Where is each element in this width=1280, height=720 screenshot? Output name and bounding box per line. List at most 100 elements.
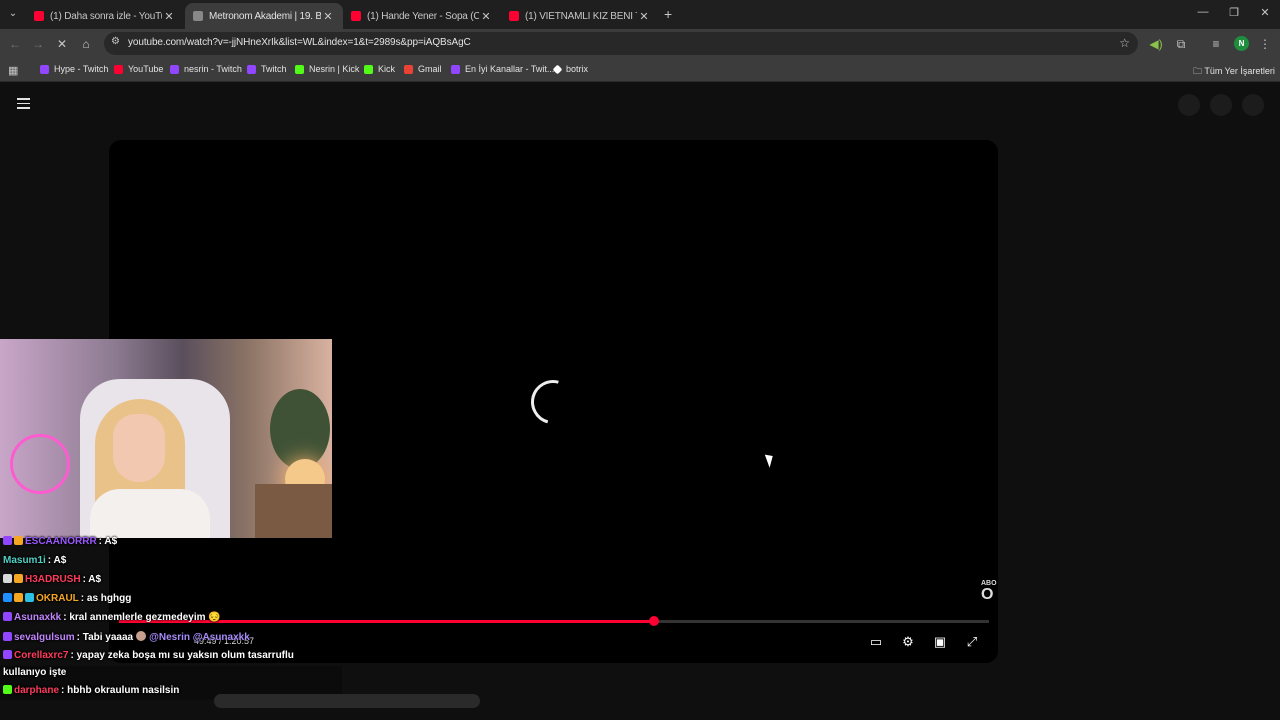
- address-bar[interactable]: ⚙ youtube.com/watch?v=-jjNHneXrIk&list=W…: [104, 32, 1138, 55]
- headphones-decoration: [10, 434, 70, 494]
- folder-label: Tüm Yer İşaretleri: [1204, 66, 1275, 76]
- tab-1[interactable]: (1) Daha sonra izle - YouTube ✕: [26, 3, 184, 29]
- extensions-icon[interactable]: ⧉: [1171, 34, 1191, 54]
- hamburger-menu-icon[interactable]: [17, 98, 30, 112]
- channel-watermark: ABO O: [981, 580, 997, 603]
- chat-badge-icon: [3, 650, 12, 659]
- chat-text: : as hghgg: [80, 593, 132, 604]
- fullscreen-icon[interactable]: ⤢: [964, 634, 980, 650]
- youtube-icon: [351, 11, 361, 21]
- horizontal-scrollbar[interactable]: [214, 694, 480, 708]
- profile-avatar[interactable]: N: [1234, 36, 1249, 51]
- chat-username: darphane: [14, 685, 60, 696]
- bookmark-item[interactable]: Hype - Twitch: [40, 64, 108, 74]
- header-placeholder-button[interactable]: [1178, 94, 1200, 116]
- tab-4[interactable]: (1) VİETNAMLI KIZ BENİ TEZGA ✕: [501, 3, 659, 29]
- bookmark-item[interactable]: Kick: [364, 64, 395, 74]
- new-tab-button[interactable]: +: [664, 6, 672, 22]
- chat-badge-icon: [14, 536, 23, 545]
- chat-badge-icon: [3, 593, 12, 602]
- home-icon[interactable]: ⌂: [76, 34, 96, 54]
- bookmark-label: Kick: [378, 64, 396, 74]
- watermark-big: O: [981, 586, 994, 603]
- browser-toolbar: ← → ✕ ⌂ ⚙ youtube.com/watch?v=-jjNHneXrI…: [0, 29, 1280, 58]
- chat-message: H3ADRUSH: A$: [3, 574, 101, 585]
- header-placeholder-button[interactable]: [1210, 94, 1232, 116]
- tab-title: Metronom Akademi | 19. Bölüm: [209, 10, 321, 22]
- tab-search-icon[interactable]: ⌄: [4, 5, 22, 23]
- tab-title: (1) VİETNAMLI KIZ BENİ TEZGA: [525, 10, 637, 22]
- twitch-icon: [170, 64, 179, 74]
- speaker-icon: [193, 11, 203, 21]
- chat-message: OKRAUL: as hghgg: [3, 593, 131, 604]
- chat-badge-icon: [25, 593, 34, 602]
- gmail-icon: [404, 64, 413, 74]
- bookmark-item[interactable]: botrix: [552, 64, 589, 74]
- chat-username: Asunaxkk: [14, 612, 62, 623]
- close-icon[interactable]: ✕: [162, 10, 176, 23]
- chat-badge-icon: [3, 574, 12, 583]
- bookmark-item[interactable]: Nesrin | Kick: [295, 64, 359, 74]
- chat-badge-icon: [3, 612, 12, 621]
- bookmark-star-icon[interactable]: ☆: [1119, 36, 1130, 50]
- tab-title: (1) Daha sonra izle - YouTube: [50, 10, 162, 22]
- close-icon[interactable]: ✕: [321, 10, 335, 23]
- bookmark-label: YouTube: [128, 64, 164, 74]
- bookmark-label: Twitch: [261, 64, 287, 74]
- apps-grid-icon[interactable]: ▦: [8, 64, 18, 77]
- twitch-icon: [451, 64, 460, 74]
- site-info-icon[interactable]: ⚙: [111, 36, 120, 47]
- tab-3[interactable]: (1) Hande Yener - Sopa (Club R ✕: [343, 3, 501, 29]
- chat-text: : kral annemlerle gezmedeyim 😔: [63, 612, 221, 623]
- bookmarks-folder[interactable]: 🗀 Tüm Yer İşaretleri: [1193, 64, 1275, 80]
- chat-message: Masum1i: A$: [3, 555, 66, 566]
- bookmark-item[interactable]: Gmail: [404, 64, 442, 74]
- tab-strip: ⌄ (1) Daha sonra izle - YouTube ✕ Metron…: [0, 0, 1280, 29]
- forward-icon[interactable]: →: [28, 34, 48, 54]
- theater-mode-icon[interactable]: ▣: [932, 634, 948, 650]
- subtitles-icon[interactable]: ▭: [868, 634, 884, 650]
- chat-text: : A$: [82, 574, 102, 585]
- kick-icon: [364, 64, 373, 74]
- chat-username: Masum1i: [3, 555, 46, 566]
- menu-kebab-icon[interactable]: ⋮: [1255, 34, 1275, 54]
- back-icon[interactable]: ←: [5, 34, 25, 54]
- bookmark-item[interactable]: Twitch: [247, 64, 287, 74]
- chat-emote-icon: [136, 631, 147, 641]
- bookmark-label: Gmail: [418, 64, 442, 74]
- media-control-icon[interactable]: ≡: [1206, 34, 1226, 54]
- chat-text: : A$: [98, 536, 118, 547]
- header-placeholder-button[interactable]: [1242, 94, 1264, 116]
- chat-username: H3ADRUSH: [25, 574, 81, 585]
- chat-badge-icon: [14, 574, 23, 583]
- tab-2[interactable]: Metronom Akademi | 19. Bölüm ✕: [185, 3, 343, 29]
- chat-badge-icon: [3, 632, 12, 641]
- scrubber-handle[interactable]: [649, 616, 660, 626]
- settings-gear-icon[interactable]: ⚙: [900, 634, 916, 650]
- bookmark-item[interactable]: nesrin - Twitch: [170, 64, 242, 74]
- bookmark-label: Nesrin | Kick: [309, 64, 360, 74]
- chat-badge-icon: [14, 593, 23, 602]
- progress-bar[interactable]: [119, 616, 989, 626]
- bookmarks-bar: ▦ Hype - Twitch YouTube nesrin - Twitch …: [0, 58, 1280, 82]
- stop-loading-icon[interactable]: ✕: [52, 34, 72, 54]
- minimize-icon[interactable]: —: [1188, 6, 1218, 18]
- chat-mention: @Nesrin @Asunaxkk: [149, 632, 250, 643]
- close-icon[interactable]: ✕: [637, 10, 651, 23]
- bookmark-item[interactable]: En İyi Kanallar - Twit...: [451, 64, 554, 74]
- close-icon[interactable]: ✕: [479, 10, 493, 23]
- restore-icon[interactable]: ❐: [1219, 6, 1249, 19]
- bookmark-label: botrix: [566, 64, 589, 74]
- tab-audio-icon[interactable]: ◀): [1146, 34, 1166, 54]
- chat-message: ESCAANORRR: A$: [3, 536, 117, 547]
- chat-username: sevalgulsum: [14, 632, 75, 643]
- bookmark-item[interactable]: YouTube: [114, 64, 163, 74]
- window-close-icon[interactable]: ✕: [1250, 6, 1280, 19]
- tab-title: (1) Hande Yener - Sopa (Club R: [367, 10, 479, 22]
- chat-text: : A$: [47, 555, 67, 566]
- chat-message: Asunaxkk: kral annemlerle gezmedeyim 😔: [3, 612, 221, 623]
- chat-badge-icon: [3, 536, 12, 545]
- folder-icon: 🗀: [1193, 66, 1205, 76]
- chat-message: sevalgulsum: Tabi yaaaa @Nesrin @Asunaxkk: [3, 631, 250, 643]
- kick-icon: [295, 64, 304, 74]
